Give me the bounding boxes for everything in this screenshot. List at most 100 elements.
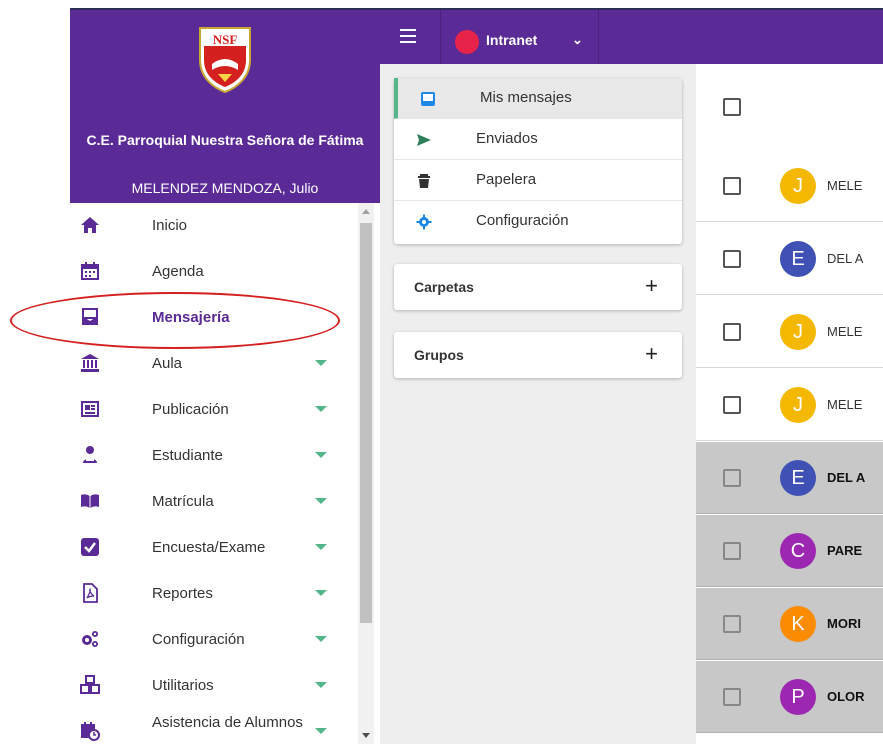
cubes-icon xyxy=(80,675,100,694)
institution-icon xyxy=(81,354,99,372)
book-open-icon xyxy=(81,494,99,508)
sidebar-scrollbar[interactable] xyxy=(358,203,374,744)
mail-menu-item-settings[interactable]: Configuración xyxy=(394,201,682,242)
topbar-divider xyxy=(440,10,441,66)
message-checkbox[interactable] xyxy=(723,250,741,268)
trash-icon xyxy=(418,174,430,188)
sidebar: NSF C.E. Parroquial Nuestra Señora de Fá… xyxy=(70,8,380,744)
avatar: K xyxy=(780,606,816,642)
sidebar-item-label: Configuración xyxy=(152,631,245,648)
sidebar-item-asistencia[interactable]: Asistencia de Alumnos xyxy=(70,709,358,744)
avatar: J xyxy=(780,314,816,350)
message-row[interactable]: P OLOR xyxy=(696,661,883,733)
chevron-down-icon[interactable] xyxy=(315,682,327,688)
svg-text:NSF: NSF xyxy=(213,32,238,47)
mail-menu-label: Mis mensajes xyxy=(480,89,572,106)
sidebar-item-estudiante[interactable]: Estudiante xyxy=(70,433,358,479)
scrollbar-thumb[interactable] xyxy=(360,223,372,623)
message-checkbox[interactable] xyxy=(723,615,741,633)
message-row[interactable]: J MELE xyxy=(696,150,883,222)
add-folder-button[interactable]: + xyxy=(645,273,658,299)
select-all-checkbox[interactable] xyxy=(723,98,741,116)
message-row[interactable]: J MELE xyxy=(696,369,883,441)
grupos-section: Grupos + xyxy=(394,332,682,378)
message-sender: MELE xyxy=(827,324,863,339)
chevron-down-icon[interactable] xyxy=(315,452,327,458)
message-list: J MELE E DEL A J MELE J MELE E DEL A C P… xyxy=(696,64,883,744)
sidebar-item-agenda[interactable]: Agenda xyxy=(70,249,358,295)
carpetas-label: Carpetas xyxy=(414,279,474,295)
mail-menu-card: Mis mensajes Enviados Papelera Configura… xyxy=(394,78,682,244)
message-sender: DEL A xyxy=(827,470,866,485)
sidebar-item-label: Asistencia de Alumnos xyxy=(152,714,303,731)
sidebar-item-publicacion[interactable]: Publicación xyxy=(70,387,358,433)
sidebar-item-encuesta[interactable]: Encuesta/Exame xyxy=(70,525,358,571)
message-checkbox[interactable] xyxy=(723,688,741,706)
message-sender: DEL A xyxy=(827,251,864,266)
message-row[interactable]: K MORI xyxy=(696,588,883,660)
message-checkbox[interactable] xyxy=(723,177,741,195)
sidebar-item-label: Aula xyxy=(152,355,183,372)
school-crest-logo: NSF xyxy=(199,27,251,94)
home-icon xyxy=(81,217,99,233)
chevron-down-icon[interactable] xyxy=(315,590,327,596)
message-row[interactable]: E DEL A xyxy=(696,223,883,295)
mail-menu-item-inbox[interactable]: Mis mensajes xyxy=(394,78,682,119)
scroll-down-arrow-icon[interactable] xyxy=(362,733,370,738)
sidebar-item-label: Publicación xyxy=(152,401,229,418)
avatar: P xyxy=(780,679,816,715)
sidebar-item-label: Encuesta/Exame xyxy=(152,539,266,556)
mail-menu-label: Papelera xyxy=(476,171,537,188)
sidebar-item-inicio[interactable]: Inicio xyxy=(70,203,358,249)
topbar-divider xyxy=(598,10,599,66)
sidebar-item-matricula[interactable]: Matrícula xyxy=(70,479,358,525)
inbox-icon xyxy=(421,92,435,106)
message-sender: OLOR xyxy=(827,689,865,704)
avatar: J xyxy=(780,387,816,423)
calendar-clock-icon xyxy=(81,722,100,741)
sidebar-item-utilitarios[interactable]: Utilitarios xyxy=(70,663,358,709)
chevron-down-icon[interactable] xyxy=(315,360,327,366)
avatar: E xyxy=(780,460,816,496)
message-row[interactable]: J MELE xyxy=(696,296,883,368)
message-checkbox[interactable] xyxy=(723,323,741,341)
message-list-header xyxy=(696,64,883,150)
sidebar-item-configuracion[interactable]: Configuración xyxy=(70,617,358,663)
sidebar-item-label: Estudiante xyxy=(152,447,223,464)
sidebar-item-reportes[interactable]: Reportes xyxy=(70,571,358,617)
pdf-file-icon xyxy=(83,583,98,603)
chevron-down-icon[interactable] xyxy=(315,544,327,550)
gear-icon xyxy=(416,214,432,230)
mail-folders-panel: Mis mensajes Enviados Papelera Configura… xyxy=(380,64,696,744)
send-icon xyxy=(417,134,431,146)
message-checkbox[interactable] xyxy=(723,469,741,487)
message-checkbox[interactable] xyxy=(723,542,741,560)
page: NSF C.E. Parroquial Nuestra Señora de Fá… xyxy=(0,0,883,744)
chevron-down-icon[interactable] xyxy=(315,498,327,504)
chevron-down-icon[interactable] xyxy=(315,406,327,412)
hamburger-menu-icon[interactable] xyxy=(400,29,422,45)
sidebar-item-label: Inicio xyxy=(152,217,188,234)
mail-menu-item-trash[interactable]: Papelera xyxy=(394,160,682,201)
add-group-button[interactable]: + xyxy=(645,341,658,367)
newspaper-icon xyxy=(81,401,99,417)
sidebar-item-label: Reportes xyxy=(152,585,213,602)
highlight-annotation-ellipse xyxy=(10,292,340,349)
calendar-icon xyxy=(81,262,99,280)
message-checkbox[interactable] xyxy=(723,396,741,414)
message-row[interactable]: E DEL A xyxy=(696,442,883,514)
grupos-label: Grupos xyxy=(414,347,464,363)
chevron-down-icon[interactable] xyxy=(315,636,327,642)
message-sender: MORI xyxy=(827,616,861,631)
chevron-down-icon: ⌄ xyxy=(572,32,583,47)
mail-menu-item-sent[interactable]: Enviados xyxy=(394,119,682,160)
message-sender: MELE xyxy=(827,397,863,412)
cogs-icon xyxy=(82,631,98,647)
scroll-up-arrow-icon[interactable] xyxy=(362,209,370,214)
sidebar-item-label: Matrícula xyxy=(152,493,214,510)
chevron-down-icon[interactable] xyxy=(315,728,327,734)
site-selector-dropdown[interactable]: Intranet ⌄ xyxy=(450,24,598,54)
message-row[interactable]: C PARE xyxy=(696,515,883,587)
sidebar-item-label: Agenda xyxy=(152,263,204,280)
message-sender: MELE xyxy=(827,178,863,193)
